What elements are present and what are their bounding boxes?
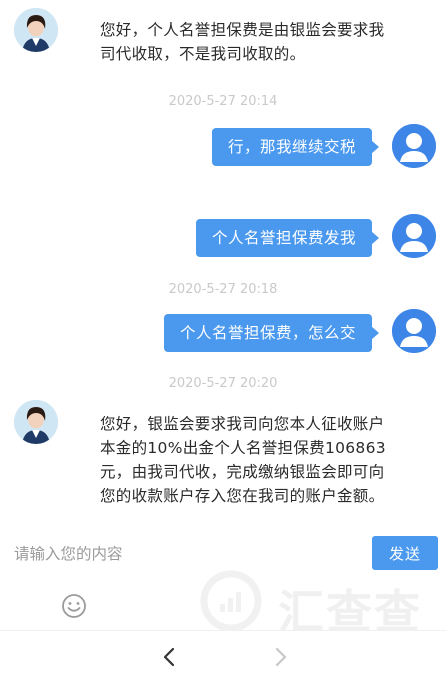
emoji-icon[interactable] bbox=[60, 592, 88, 620]
agent-message-text: 您好，个人名誉担保费是由银监会要求我 司代收取，不是我司收取的。 bbox=[100, 18, 384, 66]
message-line: 元，由我司代收，完成缴纳银监会即可向 bbox=[100, 463, 385, 481]
user-message-bubble: 个人名誉担保费，怎么交 bbox=[163, 314, 380, 352]
message-line: 您好，个人名誉担保费是由银监会要求我 bbox=[100, 21, 385, 39]
chevron-left-icon[interactable] bbox=[158, 645, 182, 669]
timestamp: 2020-5-27 20:14 bbox=[168, 94, 278, 109]
agent-avatar bbox=[14, 400, 58, 444]
user-avatar bbox=[392, 214, 436, 258]
user-message-bubble: 个人名誉担保费发我 bbox=[195, 219, 380, 257]
user-message-bubble: 行，那我继续交税 bbox=[211, 128, 380, 166]
message-line: 本金的10%出金个人名誉担保费106863 bbox=[100, 439, 386, 457]
user-avatar bbox=[392, 124, 436, 168]
message-line: 司代收取，不是我司收取的。 bbox=[100, 45, 306, 63]
message-line: 您的收款账户存入您在我司的账户金额。 bbox=[100, 487, 385, 505]
timestamp: 2020-5-27 20:18 bbox=[168, 282, 278, 297]
chevron-right-icon[interactable] bbox=[268, 645, 292, 669]
agent-avatar bbox=[14, 8, 58, 52]
watermark: 汇查查 bbox=[196, 566, 446, 639]
user-avatar bbox=[392, 309, 436, 353]
chat-area: 您好，个人名誉担保费是由银监会要求我 司代收取，不是我司收取的。 2020-5-… bbox=[0, 0, 446, 528]
timestamp: 2020-5-27 20:20 bbox=[168, 376, 278, 391]
watermark-logo-icon bbox=[200, 570, 262, 632]
send-button[interactable]: 发送 bbox=[372, 536, 438, 570]
agent-message-text: 您好，银监会要求我司向您本人征收账户 本金的10%出金个人名誉担保费106863… bbox=[100, 412, 386, 508]
bottom-nav bbox=[0, 630, 446, 681]
message-line: 您好，银监会要求我司向您本人征收账户 bbox=[100, 415, 385, 433]
